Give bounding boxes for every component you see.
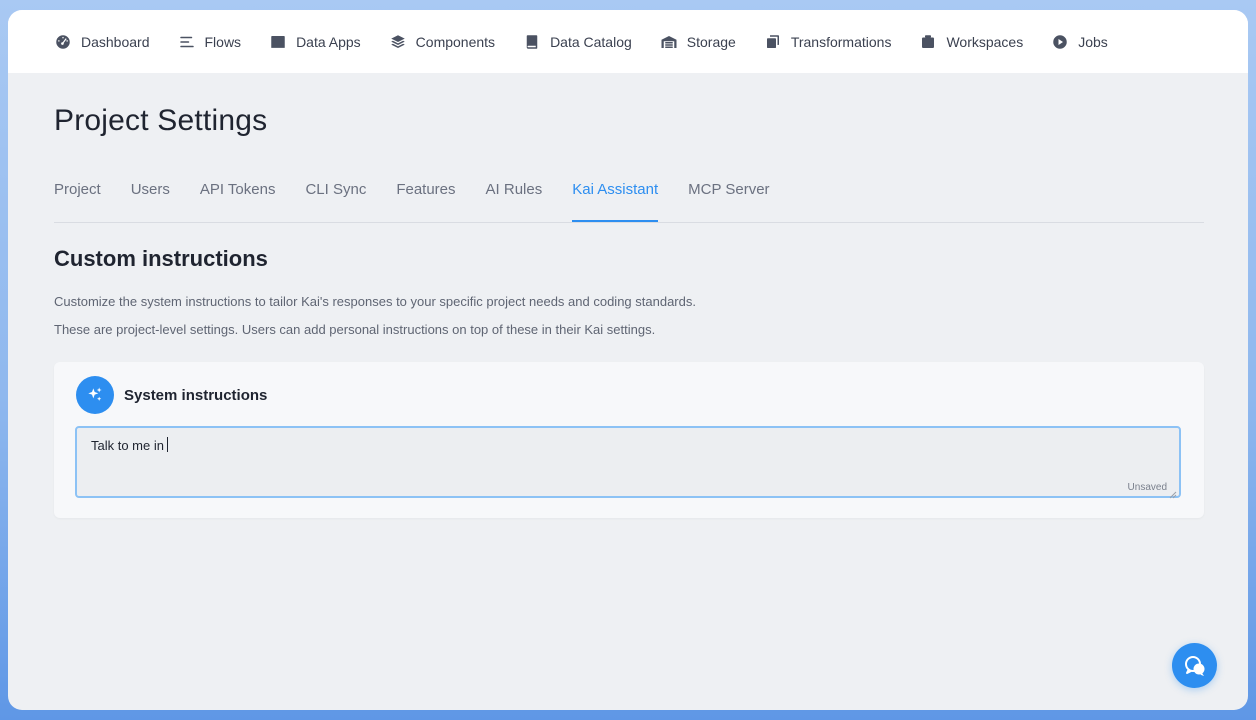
tab-kai-assistant[interactable]: Kai Assistant [572, 172, 658, 222]
nav-item-jobs[interactable]: Jobs [1051, 33, 1108, 51]
system-instructions-textarea[interactable]: Talk to me in Unsaved [75, 426, 1181, 499]
nav-item-workspaces[interactable]: Workspaces [919, 33, 1023, 51]
nav-item-flows[interactable]: Flows [178, 33, 242, 51]
chat-bubbles-icon [1184, 655, 1204, 676]
section-title: Custom instructions [54, 246, 268, 271]
nav-item-label: Dashboard [81, 33, 150, 50]
top-navigation: Dashboard Flows Data Apps Components Dat… [8, 10, 1248, 73]
data-apps-window-icon [269, 33, 287, 51]
chat-support-button[interactable] [1172, 643, 1217, 688]
nav-item-label: Jobs [1078, 33, 1108, 50]
nav-item-label: Data Catalog [550, 33, 632, 50]
section-description-secondary: These are project-level settings. Users … [54, 322, 656, 337]
nav-item-data-apps[interactable]: Data Apps [269, 33, 361, 51]
tab-users[interactable]: Users [131, 172, 170, 212]
storage-warehouse-icon [660, 33, 678, 51]
nav-item-label: Data Apps [296, 33, 361, 50]
nav-item-storage[interactable]: Storage [660, 33, 736, 51]
page-title: Project Settings [54, 104, 268, 137]
section-description: Customize the system instructions to tai… [54, 294, 696, 309]
nav-item-label: Storage [686, 33, 736, 50]
nav-item-components[interactable]: Components [389, 33, 495, 51]
editor-value: Talk to me in [91, 437, 168, 453]
tab-project[interactable]: Project [54, 172, 101, 212]
nav-item-data-catalog[interactable]: Data Catalog [523, 33, 632, 51]
tab-api-tokens[interactable]: API Tokens [200, 172, 276, 212]
system-instructions-card: System instructions Talk to me in Unsave… [54, 362, 1204, 518]
settings-tabs: Project Users API Tokens CLI Sync Featur… [54, 172, 1204, 223]
tab-ai-rules[interactable]: AI Rules [486, 172, 543, 212]
nav-item-label: Transformations [790, 33, 892, 50]
tab-cli-sync[interactable]: CLI Sync [305, 172, 366, 212]
flows-lines-icon [178, 33, 196, 51]
nav-item-transformations[interactable]: Transformations [764, 33, 892, 51]
data-catalog-book-icon [523, 33, 541, 51]
unsaved-status: Unsaved [1127, 482, 1167, 493]
jobs-play-icon [1051, 33, 1069, 51]
transformations-copy-icon [764, 33, 782, 51]
resize-handle-icon[interactable] [1169, 486, 1177, 499]
components-layers-icon [389, 33, 407, 51]
nav-item-label: Workspaces [946, 33, 1024, 50]
tab-features[interactable]: Features [396, 172, 455, 212]
nav-item-label: Flows [204, 33, 242, 50]
text-caret [166, 437, 168, 452]
nav-item-dashboard[interactable]: Dashboard [54, 33, 150, 51]
tab-mcp-server[interactable]: MCP Server [688, 172, 769, 212]
nav-item-label: Components [415, 33, 496, 50]
card-title: System instructions [124, 386, 268, 404]
app-window: Dashboard Flows Data Apps Components Dat… [8, 10, 1248, 710]
sparkle-icon [76, 376, 114, 414]
dashboard-gauge-icon [54, 33, 72, 51]
card-header: System instructions [76, 376, 267, 414]
workspaces-box-icon [919, 33, 937, 51]
